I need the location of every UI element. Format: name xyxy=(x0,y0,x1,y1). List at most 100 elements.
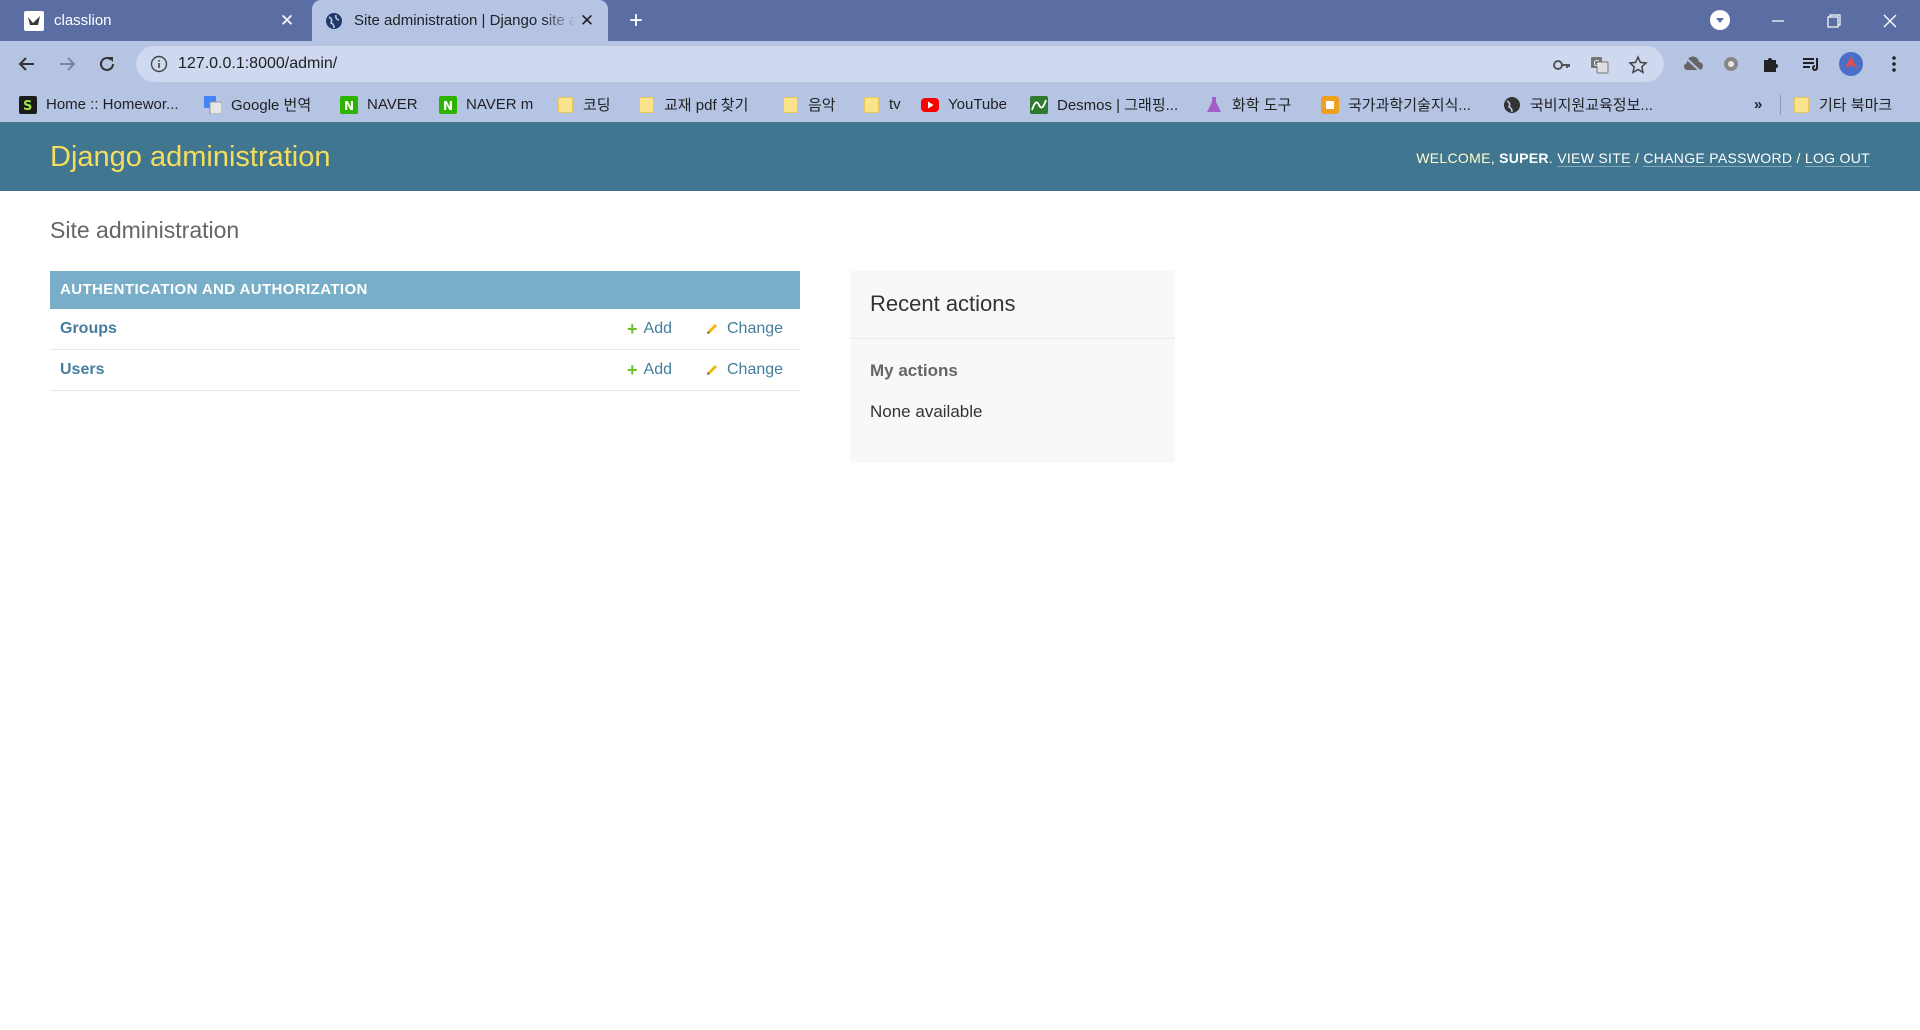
bookmark-gukbi[interactable]: 국비지원교육정보... xyxy=(1503,87,1653,122)
bookmark-label: 국가과학기술지식... xyxy=(1348,97,1471,114)
bookmark-folder-coding[interactable]: 코딩 xyxy=(556,87,611,122)
divider xyxy=(850,338,1175,339)
change-password-link[interactable]: CHANGE PASSWORD xyxy=(1643,150,1793,167)
reload-button[interactable] xyxy=(92,49,122,79)
folder-icon xyxy=(781,96,799,114)
more-bookmarks-label: » xyxy=(1754,96,1763,113)
site-branding[interactable]: Django administration xyxy=(50,142,330,172)
back-button[interactable] xyxy=(12,49,42,79)
plus-icon: + xyxy=(627,360,638,380)
change-label: Change xyxy=(727,361,784,378)
bookmark-label: tv xyxy=(889,96,901,113)
translate-icon[interactable]: G xyxy=(1589,54,1611,76)
user-tools: WELCOME, SUPER. VIEW SITE / CHANGE PASSW… xyxy=(1416,150,1870,167)
bookmark-ntis[interactable]: 국가과학기술지식... xyxy=(1321,87,1471,122)
add-label: Add xyxy=(643,320,672,337)
app-module-auth: AUTHENTICATION AND AUTHORIZATION Groups … xyxy=(50,271,800,391)
restore-button[interactable] xyxy=(1806,0,1862,41)
svg-text:N: N xyxy=(344,99,354,113)
more-menu-icon[interactable] xyxy=(1882,52,1906,76)
address-bar[interactable]: 127.0.0.1:8000/admin/ G xyxy=(136,46,1664,82)
bookmark-label: 화학 도구 xyxy=(1232,97,1292,114)
tab-site-administration[interactable]: Site administration | Django site admin … xyxy=(312,0,608,41)
recent-actions-title: Recent actions xyxy=(870,291,1016,316)
close-icon[interactable]: ✕ xyxy=(276,10,298,32)
new-tab-button[interactable]: + xyxy=(622,7,650,35)
avatar[interactable] xyxy=(1839,52,1863,76)
bookmark-label: NAVER xyxy=(367,96,418,113)
table-row: Groups + Add Change xyxy=(50,309,800,350)
browser-toolbar: 127.0.0.1:8000/admin/ G xyxy=(0,41,1920,87)
admin-header: Django administration WELCOME, SUPER. VI… xyxy=(0,122,1920,191)
bookmark-label: NAVER m xyxy=(466,96,534,113)
classlion-icon xyxy=(24,10,44,31)
username: SUPER xyxy=(1499,150,1549,166)
bookmark-label: Home :: Homewor... xyxy=(46,96,179,113)
svg-text:N: N xyxy=(443,99,453,113)
bookmark-divider xyxy=(1780,95,1781,115)
change-groups-button[interactable]: Change xyxy=(705,320,783,338)
s-logo-icon: S xyxy=(19,95,37,114)
separator: / xyxy=(1796,150,1801,166)
bookmark-label: 코딩 xyxy=(583,97,611,114)
url-text[interactable]: 127.0.0.1:8000/admin/ xyxy=(178,54,337,74)
bookmark-other[interactable]: 기타 북마크 xyxy=(1792,87,1892,122)
globe-icon xyxy=(1503,96,1521,114)
bookmark-label: 교재 pdf 찾기 xyxy=(664,97,749,114)
tab-search-icon[interactable] xyxy=(1710,10,1730,30)
star-icon[interactable] xyxy=(1627,54,1649,76)
folder-icon xyxy=(862,96,880,114)
media-control-icon[interactable] xyxy=(1799,52,1823,76)
browser-titlebar: classlion ✕ Site administration | Django… xyxy=(0,0,1920,41)
app-caption[interactable]: AUTHENTICATION AND AUTHORIZATION xyxy=(50,271,800,309)
close-window-button[interactable] xyxy=(1862,0,1918,41)
naver-icon: N xyxy=(340,95,358,114)
bookmark-youtube[interactable]: YouTube xyxy=(921,87,1007,122)
puzzle-icon[interactable] xyxy=(1759,52,1783,76)
bookmarks-bar: S Home :: Homewor... Google 번역 N NAVER N… xyxy=(0,87,1920,122)
bookmark-naver[interactable]: N NAVER xyxy=(340,87,418,122)
bookmark-google-translate[interactable]: Google 번역 xyxy=(204,87,311,122)
bookmark-folder-textbook[interactable]: 교재 pdf 찾기 xyxy=(637,87,748,122)
ntis-icon xyxy=(1321,95,1339,114)
bookmark-folder-music[interactable]: 음악 xyxy=(781,87,836,122)
extension-gear-icon[interactable] xyxy=(1719,52,1743,76)
bookmark-chemistry-tools[interactable]: 화학 도구 xyxy=(1205,87,1291,122)
naver-icon: N xyxy=(439,95,457,114)
page-title: Site administration xyxy=(50,217,240,243)
change-users-button[interactable]: Change xyxy=(705,361,783,379)
info-icon[interactable] xyxy=(150,55,168,73)
bookmark-label: 음악 xyxy=(808,97,836,114)
welcome-text: WELCOME, xyxy=(1416,150,1495,166)
model-link-groups[interactable]: Groups xyxy=(60,320,117,338)
minimize-button[interactable] xyxy=(1750,0,1806,41)
pencil-icon xyxy=(705,321,721,337)
tab-classlion[interactable]: classlion ✕ xyxy=(12,0,308,41)
google-translate-icon xyxy=(204,95,222,114)
change-label: Change xyxy=(727,320,784,337)
recent-actions-panel: Recent actions My actions None available xyxy=(850,271,1175,463)
model-link-users[interactable]: Users xyxy=(60,361,104,379)
cloud-off-icon[interactable] xyxy=(1681,52,1705,76)
bookmark-folder-tv[interactable]: tv xyxy=(862,87,901,122)
bookmark-desmos[interactable]: Desmos | 그래핑... xyxy=(1030,87,1178,122)
bookmark-naver-m[interactable]: N NAVER m xyxy=(439,87,533,122)
add-users-button[interactable]: + Add xyxy=(627,361,672,379)
bookmark-label: YouTube xyxy=(948,96,1007,113)
more-bookmarks-button[interactable]: » xyxy=(1754,87,1762,122)
close-icon[interactable]: ✕ xyxy=(576,10,598,32)
folder-icon xyxy=(637,96,655,114)
forward-button[interactable] xyxy=(52,49,82,79)
key-icon[interactable] xyxy=(1551,54,1573,76)
desmos-icon xyxy=(1030,95,1048,114)
add-groups-button[interactable]: + Add xyxy=(627,320,672,338)
logout-link[interactable]: LOG OUT xyxy=(1804,150,1870,167)
bookmark-home-homework[interactable]: S Home :: Homewor... xyxy=(19,87,179,122)
add-label: Add xyxy=(643,361,672,378)
table-row: Users + Add Change xyxy=(50,350,800,391)
view-site-link[interactable]: VIEW SITE xyxy=(1557,150,1631,167)
svg-text:S: S xyxy=(23,99,32,114)
bookmark-label: 기타 북마크 xyxy=(1819,97,1893,114)
svg-text:G: G xyxy=(1594,59,1600,68)
my-actions-heading: My actions xyxy=(870,361,958,380)
